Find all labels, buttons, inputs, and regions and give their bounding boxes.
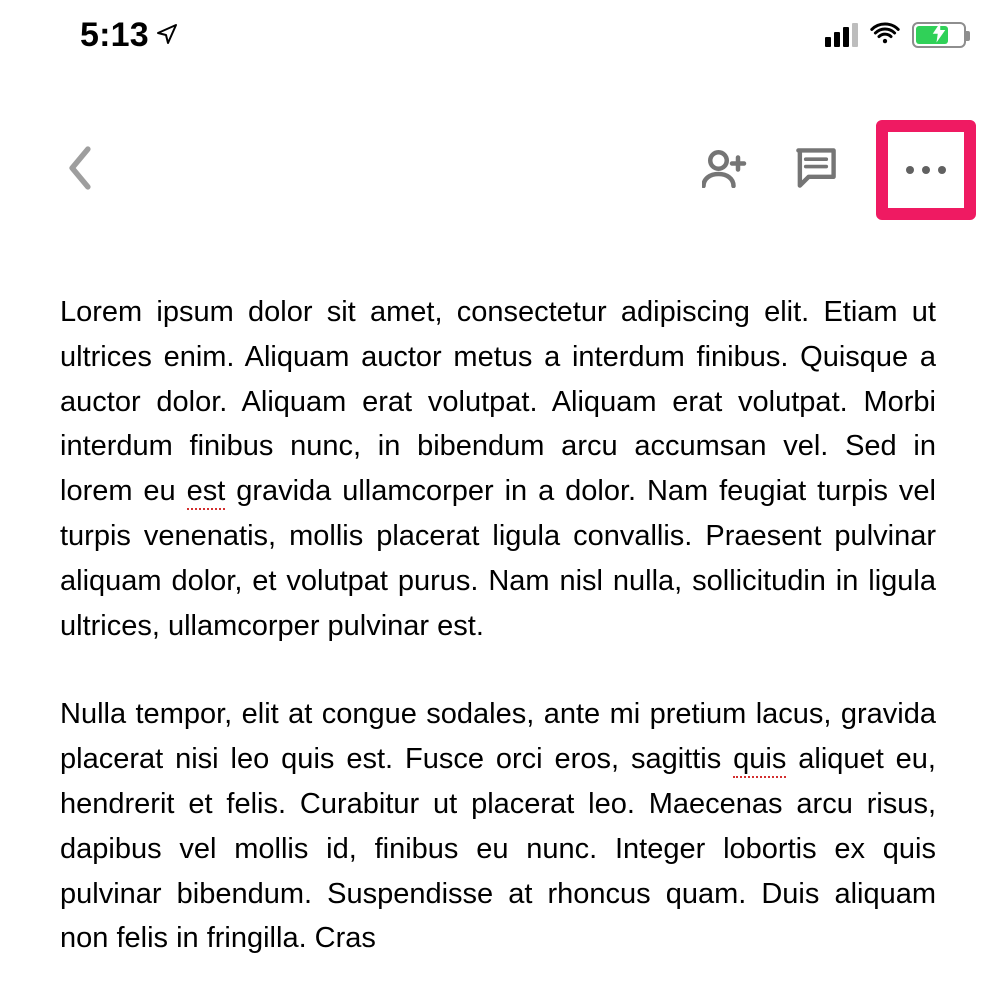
paragraph-1: Lorem ipsum dolor sit amet, consectetur … xyxy=(60,290,936,648)
comment-icon xyxy=(794,146,838,195)
status-bar: 5:13 xyxy=(0,0,996,70)
more-horiz-icon xyxy=(906,166,946,174)
spell-error: quis xyxy=(733,743,786,778)
battery-charging-icon xyxy=(912,22,966,48)
nav-actions xyxy=(696,120,976,220)
status-time: 5:13 xyxy=(80,16,149,55)
spell-error: est xyxy=(187,475,226,510)
comment-button[interactable] xyxy=(786,140,846,200)
status-right xyxy=(825,21,966,50)
status-time-group: 5:13 xyxy=(80,16,179,55)
paragraph-2: Nulla tempor, elit at congue sodales, an… xyxy=(60,692,936,961)
location-arrow-icon xyxy=(155,16,179,55)
add-person-button[interactable] xyxy=(696,140,756,200)
nav-bar xyxy=(0,110,996,230)
add-person-icon xyxy=(702,148,750,193)
chevron-left-icon xyxy=(67,146,93,195)
back-button[interactable] xyxy=(50,140,110,200)
wifi-icon xyxy=(870,21,900,50)
document-body[interactable]: Lorem ipsum dolor sit amet, consectetur … xyxy=(60,290,936,996)
more-button[interactable] xyxy=(876,120,976,220)
signal-icon xyxy=(825,23,858,47)
